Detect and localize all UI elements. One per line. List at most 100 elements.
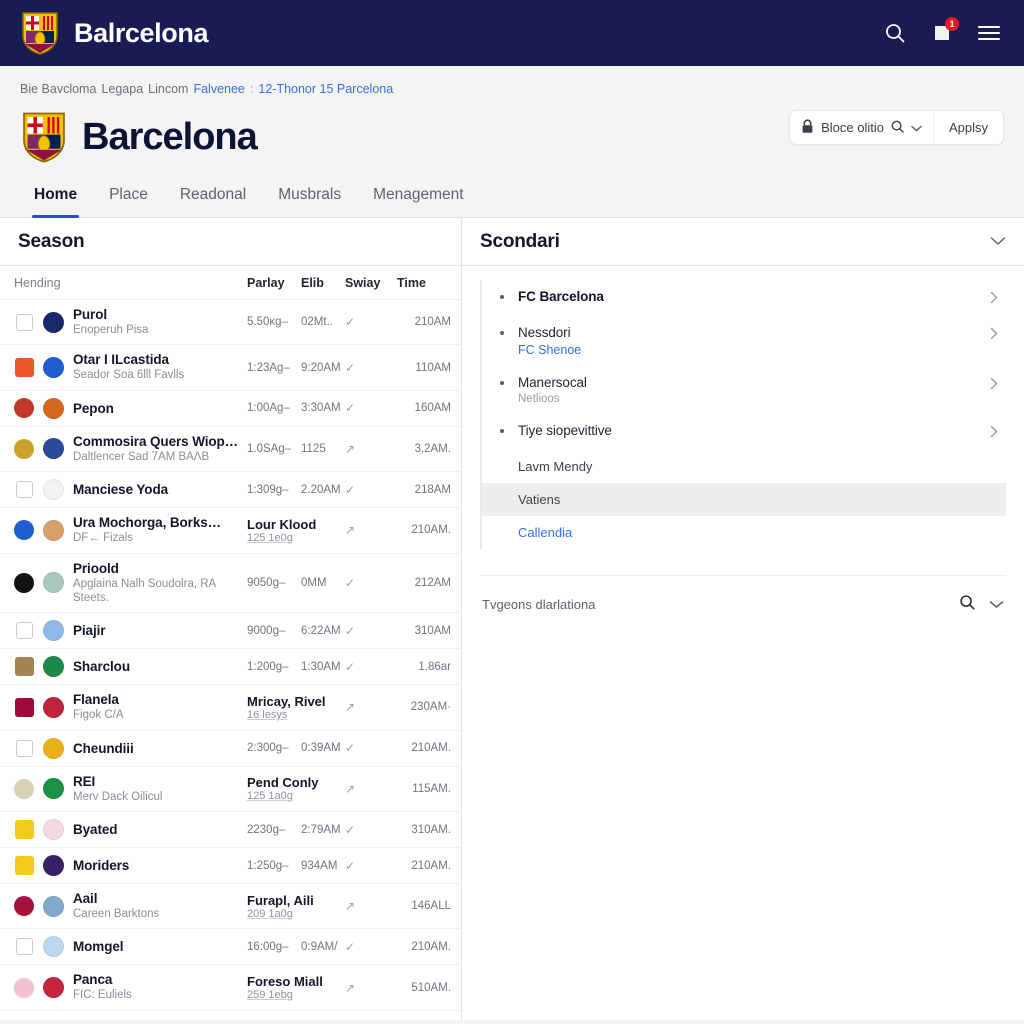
scondari-list-item[interactable]: Nessdori FC Shenoe — [482, 316, 1006, 366]
table-row[interactable]: Pepon 1:00Ag– 3:30AM ✓ 160AM — [0, 391, 461, 427]
filter-dropdown[interactable]: Bloce olitio — [790, 111, 934, 144]
tab-menagement[interactable]: Menagement — [359, 178, 481, 217]
chevron-down-icon[interactable] — [911, 120, 922, 135]
cell-sway[interactable]: ✓ — [345, 660, 397, 674]
row-highlight-sub[interactable]: 209 1a0g — [247, 908, 345, 920]
row-highlight-sub[interactable]: 125 1a0g — [247, 790, 345, 802]
row-flag-marker[interactable] — [14, 697, 34, 717]
table-row[interactable]: Purol Enoperuh Pisa 5.50ĸg– 02Mt.. ✓ 210AM — [0, 300, 461, 346]
row-flag-marker[interactable] — [14, 358, 34, 378]
cell-sway[interactable]: ↗ — [345, 899, 397, 913]
row-flag-marker[interactable] — [14, 657, 34, 677]
chevron-down-icon[interactable] — [989, 596, 1004, 614]
breadcrumb-part-0[interactable]: Bie Bavcloma — [20, 82, 96, 96]
notification-icon[interactable]: 1 — [929, 17, 959, 46]
table-row[interactable]: Flanela Figok C/A Mricay, Rivel 16 lesys ↗ 23… — [0, 685, 461, 731]
table-row[interactable]: REI Merv Dack Oilicul Pend Conly 125 1a0g ↗ 1… — [0, 767, 461, 812]
tab-readonal[interactable]: Readonal — [166, 178, 264, 217]
row-highlight-sub[interactable]: 16 lesys — [247, 709, 345, 721]
table-row[interactable]: Sharclou 1:200g– 1:30AM ✓ 1.86ar — [0, 649, 461, 686]
search-icon[interactable] — [891, 120, 904, 136]
row-checkbox[interactable] — [14, 480, 34, 500]
chevron-right-icon[interactable] — [990, 375, 998, 393]
row-highlight-sub[interactable]: 259 1ebg — [247, 989, 345, 1001]
row-badge-marker[interactable] — [14, 896, 34, 917]
cell-sway[interactable]: ↗ — [345, 523, 397, 537]
row-highlight-title: Lour Klood — [247, 516, 317, 532]
row-badge-marker[interactable] — [14, 977, 34, 998]
column-header-sway[interactable]: Swiay — [345, 276, 397, 290]
table-row[interactable]: Otar I ILcastida Seador Soa 6lll Favlls 1:… — [0, 345, 461, 391]
chevron-right-icon[interactable] — [990, 325, 998, 343]
scondari-sub-item[interactable]: Vatiens — [482, 483, 1006, 516]
breadcrumb-part-1[interactable]: Legapa — [101, 82, 143, 96]
row-checkbox[interactable] — [14, 621, 34, 641]
hamburger-menu-icon[interactable] — [976, 20, 1002, 46]
row-badge-marker[interactable] — [14, 398, 34, 419]
table-row[interactable]: Cheundiii 2:300g– 0:39AM ✓ 210AM. — [0, 731, 461, 767]
cell-sway[interactable]: ✓ — [345, 361, 397, 375]
table-row[interactable]: Aail Careen Barktons Furapl, Aili 209 1a0g ↗… — [0, 884, 461, 930]
cell-sway[interactable]: ✓ — [345, 823, 397, 837]
cell-sway[interactable]: ✓ — [345, 483, 397, 497]
row-badge-marker[interactable] — [14, 438, 34, 459]
tab-musbrals[interactable]: Musbrals — [264, 178, 359, 217]
row-highlight-sub[interactable]: 125 1e0g — [247, 532, 345, 544]
checkbox-icon[interactable] — [15, 938, 33, 956]
breadcrumb-link[interactable]: Falvenee — [193, 82, 244, 96]
cell-sway[interactable]: ↗ — [345, 442, 397, 456]
row-checkbox[interactable] — [14, 937, 34, 957]
row-badge-marker[interactable] — [14, 572, 34, 593]
table-row[interactable]: Manciese Yoda 1:309g– 2.20AM ✓ 218AM — [0, 472, 461, 509]
scondari-item-subtitle[interactable]: FC Shenoe — [518, 343, 990, 357]
cell-sway[interactable]: ✓ — [345, 859, 397, 873]
row-flag-marker[interactable] — [14, 820, 34, 840]
scondari-list-item[interactable]: FC Barcelona — [482, 280, 1006, 316]
search-icon[interactable] — [882, 20, 908, 46]
table-row[interactable]: Piajir 9000g– 6:22AM ✓ 310AM — [0, 613, 461, 650]
cell-sway[interactable]: ✓ — [345, 741, 397, 755]
scondari-list-item[interactable]: Manersocal Netlioos — [482, 366, 1006, 414]
chevron-down-icon[interactable] — [990, 233, 1006, 251]
row-badge-marker[interactable] — [14, 778, 34, 799]
breadcrumb-tail[interactable]: 12-Thonor 15 Parcelona — [258, 82, 393, 96]
table-row[interactable]: Byated 2230g– 2:79AM ✓ 310AM. — [0, 812, 461, 848]
row-checkbox[interactable] — [14, 312, 34, 332]
tab-home[interactable]: Home — [20, 178, 95, 218]
table-row[interactable]: Momgel 16:00g– 0:9AM/ ✓ 210AM. — [0, 929, 461, 966]
cell-sway[interactable]: ↗ — [345, 981, 397, 995]
cell-sway[interactable]: ✓ — [345, 576, 397, 590]
checkbox-icon[interactable] — [15, 622, 33, 640]
table-row[interactable]: Prioold Apglaina Nalh Soudolra, RA Steets… — [0, 554, 461, 614]
cell-sway[interactable]: ↗ — [345, 700, 397, 714]
tab-place[interactable]: Place — [95, 178, 166, 217]
table-row[interactable]: Moriders 1:250g– 934AM ✓ 210AM. — [0, 848, 461, 884]
column-header-name[interactable]: Hending — [14, 276, 247, 290]
scondari-sub-item[interactable]: Lavm Mendy — [482, 450, 1006, 483]
scondari-list-item[interactable]: Tiye siopevittive — [482, 414, 1006, 450]
scondari-sub-item[interactable]: Callendia — [482, 516, 1006, 549]
column-header-time[interactable]: Time — [397, 276, 451, 290]
row-flag-marker[interactable] — [14, 856, 34, 876]
cell-sway[interactable]: ✓ — [345, 940, 397, 954]
checkbox-icon[interactable] — [15, 481, 33, 499]
cell-sway[interactable]: ✓ — [345, 315, 397, 329]
table-row[interactable]: Panca FIC: Euliels Foreso Miall 259 1ebg ↗ 51… — [0, 965, 461, 1011]
cell-sway[interactable]: ✓ — [345, 401, 397, 415]
search-icon[interactable] — [959, 594, 975, 615]
column-header-elib[interactable]: Elib — [301, 276, 345, 290]
cell-sway[interactable]: ✓ — [345, 624, 397, 638]
row-checkbox[interactable] — [14, 738, 34, 758]
chevron-right-icon[interactable] — [990, 289, 998, 307]
breadcrumb-part-2[interactable]: Lincom — [148, 82, 188, 96]
chevron-right-icon[interactable] — [990, 423, 998, 441]
column-header-parlay[interactable]: Parlay — [247, 276, 301, 290]
brand[interactable]: Balrcelona — [20, 10, 208, 56]
apply-button[interactable]: Applsy — [933, 111, 1003, 144]
checkbox-icon[interactable] — [15, 313, 33, 331]
checkbox-icon[interactable] — [15, 739, 33, 757]
table-row[interactable]: Ura Mochorga, Borks… DF← Fizals Lour Klood… — [0, 508, 461, 554]
row-badge-marker[interactable] — [14, 520, 34, 541]
table-row[interactable]: Commosira Quers Wiop… Daltlencer Sad 7AM … — [0, 427, 461, 473]
cell-sway[interactable]: ↗ — [345, 782, 397, 796]
